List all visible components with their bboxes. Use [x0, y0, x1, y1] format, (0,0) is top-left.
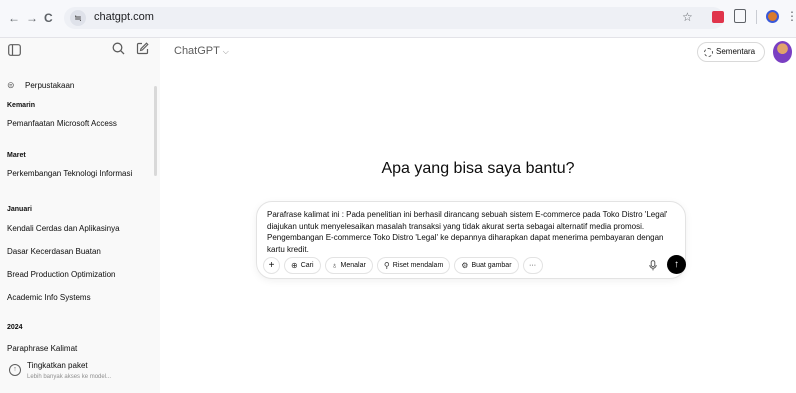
reason-label: Menalar	[340, 261, 366, 269]
composer-toolbar: + ⊕ Cari ♁ Menalar ⚲ Riset mendalam ⚙ Buat g…	[263, 256, 543, 274]
image-icon: ⚙	[461, 260, 469, 270]
temporary-chat-label: Sementara	[716, 47, 756, 56]
chat-history-item[interactable]: Pemanfaatan Microsoft Access	[7, 119, 151, 128]
model-label: ChatGPT	[174, 45, 220, 57]
avatar[interactable]	[773, 41, 792, 63]
sidebar-item-label: Perpustakaan	[25, 81, 75, 90]
address-bar[interactable]: ≒ chatgpt.com	[64, 7, 724, 29]
sidebar: ⊜ Perpustakaan Kemarin Pemanfaatan Micros…	[0, 38, 160, 393]
prompt-composer: Parafrase kalimat ini : Pada penelitian …	[256, 201, 686, 279]
browser-menu-icon[interactable]: ⋮	[786, 9, 796, 23]
deep-research-button[interactable]: ⚲ Riset mendalam	[376, 256, 451, 274]
extension-icon[interactable]	[712, 11, 724, 23]
history-group-heading: Maret	[7, 152, 26, 159]
history-group-heading: 2024	[7, 324, 23, 331]
search-icon[interactable]	[112, 42, 125, 58]
chevron-down-icon: ⌵	[222, 47, 229, 56]
search-label: Cari	[300, 261, 314, 269]
prompt-input[interactable]: Parafrase kalimat ini : Pada penelitian …	[267, 209, 677, 255]
create-image-button[interactable]: ⚙ Buat gambar	[454, 256, 519, 274]
toolbar-divider	[756, 10, 757, 24]
upgrade-subtitle: Lebih banyak akses ke model...	[27, 374, 112, 380]
search-button[interactable]: ⊕ Cari	[284, 256, 321, 274]
browser-profile-avatar[interactable]	[766, 10, 779, 23]
create-image-label: Buat gambar	[471, 261, 512, 269]
arrow-up-icon: ↑	[674, 259, 679, 270]
main-panel: ChatGPT ⌵ Sementara Apa yang bisa saya b…	[160, 38, 796, 393]
new-chat-icon[interactable]	[136, 42, 149, 58]
page-title: Apa yang bisa saya bantu?	[381, 160, 575, 177]
bookmark-star-icon[interactable]: ☆	[682, 10, 693, 24]
microphone-icon[interactable]	[649, 260, 657, 273]
model-selector[interactable]: ChatGPT ⌵	[174, 45, 229, 57]
library-icon: ⊜	[7, 80, 15, 90]
globe-icon: ⊕	[291, 260, 298, 270]
url-text[interactable]: chatgpt.com	[94, 11, 154, 23]
site-settings-icon[interactable]: ≒	[70, 10, 86, 26]
back-arrow-icon[interactable]: ←	[8, 10, 20, 26]
sidebar-toggle-icon[interactable]	[8, 43, 21, 59]
chat-history-item[interactable]: Perkembangan Teknologi Informasi	[7, 169, 151, 178]
reason-button[interactable]: ♁ Menalar	[324, 256, 373, 274]
chat-history-item[interactable]: Kendali Cerdas dan Aplikasinya	[7, 224, 151, 233]
temporary-chat-button[interactable]: Sementara	[697, 42, 765, 62]
upgrade-plan-button[interactable]: ↑ Tingkatkan paket Lebih banyak akses ke…	[7, 358, 155, 388]
upgrade-title: Tingkatkan paket	[27, 361, 88, 370]
deep-research-label: Riset mendalam	[392, 261, 444, 269]
chat-history-item[interactable]: Paraphrase Kalimat	[7, 344, 151, 353]
forward-arrow-icon[interactable]: →	[26, 10, 38, 26]
add-attachment-button[interactable]: +	[263, 256, 280, 274]
extensions-puzzle-icon[interactable]	[734, 9, 746, 23]
history-group-heading: Januari	[7, 206, 32, 213]
chat-history-item[interactable]: Bread Production Optimization	[7, 270, 151, 279]
sidebar-item-library[interactable]: ⊜ Perpustakaan	[7, 80, 74, 91]
chat-history-item[interactable]: Academic Info Systems	[7, 293, 151, 302]
lightbulb-icon: ♁	[331, 260, 338, 270]
chat-history-item[interactable]: Dasar Kecerdasan Buatan	[7, 247, 151, 256]
more-tools-button[interactable]: ···	[522, 256, 543, 274]
temporary-chat-icon	[704, 48, 713, 57]
reload-icon[interactable]: C	[44, 10, 53, 26]
telescope-icon: ⚲	[383, 260, 390, 270]
sidebar-scrollbar[interactable]	[154, 86, 157, 176]
browser-toolbar: ← → C ≒ chatgpt.com ☆ ⋮	[0, 0, 796, 38]
upgrade-icon: ↑	[9, 364, 21, 376]
history-group-heading: Kemarin	[7, 102, 36, 109]
send-button[interactable]: ↑	[667, 255, 686, 274]
